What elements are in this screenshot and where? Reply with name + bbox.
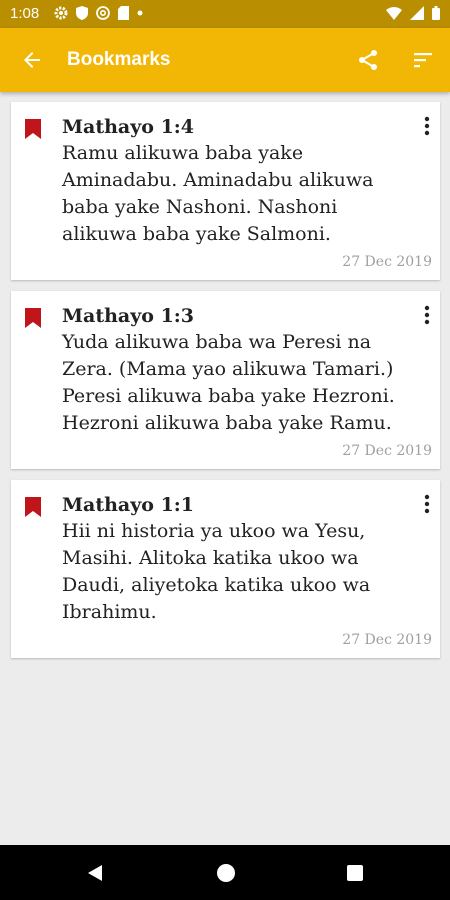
sd-card-icon (118, 6, 129, 20)
app-bar: Bookmarks (0, 28, 450, 92)
wifi-icon (386, 6, 402, 20)
navigation-bar (0, 845, 450, 900)
bookmark-list: Mathayo 1:4 Ramu alikuwa baba yake Amina… (11, 102, 440, 669)
verse-reference: Mathayo 1:3 (62, 305, 195, 327)
sort-icon[interactable] (411, 48, 435, 72)
bookmark-card[interactable]: Mathayo 1:3 Yuda alikuwa baba wa Peresi … (11, 291, 440, 469)
battery-icon (432, 6, 440, 20)
bookmark-card[interactable]: Mathayo 1:1 Hii ni historia ya ukoo wa Y… (11, 480, 440, 658)
back-arrow-icon[interactable] (20, 48, 44, 72)
status-time: 1:08 (10, 5, 40, 22)
verse-text: Yuda alikuwa baba wa Peresi na Zera. (Ma… (62, 331, 395, 434)
gear-icon (54, 6, 68, 20)
verse-text: Hii ni historia ya ukoo wa Yesu, Masihi.… (62, 520, 371, 623)
page-title: Bookmarks (67, 49, 171, 70)
system-icons (386, 6, 440, 20)
bookmark-date: 27 Dec 2019 (342, 443, 432, 459)
dot-icon (137, 10, 143, 16)
signal-icon (410, 6, 424, 20)
shield-icon (76, 6, 88, 20)
more-vert-icon[interactable] (424, 116, 430, 136)
bookmark-date: 27 Dec 2019 (342, 254, 432, 270)
verse-reference: Mathayo 1:4 (62, 116, 195, 138)
at-icon (96, 6, 110, 20)
bookmark-icon (25, 497, 41, 517)
nav-home-icon[interactable] (216, 863, 236, 883)
notification-icons (54, 6, 143, 20)
status-bar: 1:08 (0, 0, 450, 28)
nav-recents-icon[interactable] (346, 864, 364, 882)
bookmark-card[interactable]: Mathayo 1:4 Ramu alikuwa baba yake Amina… (11, 102, 440, 280)
verse-reference: Mathayo 1:1 (62, 494, 195, 516)
bookmark-date: 27 Dec 2019 (342, 632, 432, 648)
verse-text: Ramu alikuwa baba yake Aminadabu. Aminad… (62, 142, 374, 245)
nav-back-icon[interactable] (86, 864, 104, 882)
bookmark-icon (25, 119, 41, 139)
share-icon[interactable] (356, 48, 380, 72)
more-vert-icon[interactable] (424, 305, 430, 325)
more-vert-icon[interactable] (424, 494, 430, 514)
bookmark-icon (25, 308, 41, 328)
